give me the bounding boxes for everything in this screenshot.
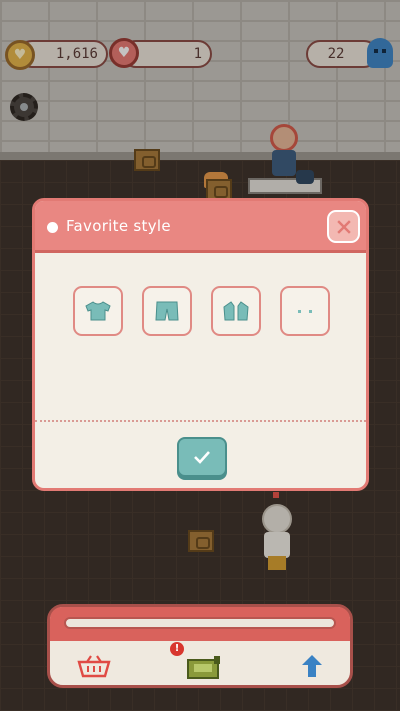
basket-icon bbox=[77, 655, 111, 678]
style-option-shorts[interactable] bbox=[142, 286, 192, 336]
shorts-icon bbox=[155, 301, 179, 321]
upgrade-arrow-icon bbox=[302, 655, 322, 677]
favorite-style-dialog: Favorite style bbox=[32, 198, 369, 491]
dialog-title: Favorite style bbox=[66, 217, 171, 235]
confirm-button[interactable] bbox=[177, 437, 227, 477]
bottom-action-bar bbox=[47, 604, 353, 688]
basket-button[interactable] bbox=[76, 651, 112, 681]
cash-register-icon bbox=[187, 656, 220, 679]
close-button[interactable] bbox=[327, 210, 360, 243]
dialog-divider bbox=[35, 420, 366, 422]
earrings-icon bbox=[298, 310, 312, 313]
cash-register-button[interactable] bbox=[184, 651, 224, 681]
jacket-icon bbox=[223, 301, 249, 321]
bullet-icon bbox=[47, 222, 58, 233]
alert-badge: ! bbox=[170, 642, 184, 656]
tshirt-icon bbox=[85, 301, 111, 321]
checkmark-icon bbox=[194, 451, 210, 464]
close-icon bbox=[336, 219, 351, 234]
style-option-earrings[interactable] bbox=[280, 286, 330, 336]
upgrade-button[interactable] bbox=[294, 651, 330, 681]
progress-track bbox=[64, 617, 336, 629]
dialog-header: Favorite style bbox=[35, 201, 366, 253]
bottom-bar-header bbox=[50, 607, 350, 641]
style-option-jacket[interactable] bbox=[211, 286, 261, 336]
style-option-tshirt[interactable] bbox=[73, 286, 123, 336]
